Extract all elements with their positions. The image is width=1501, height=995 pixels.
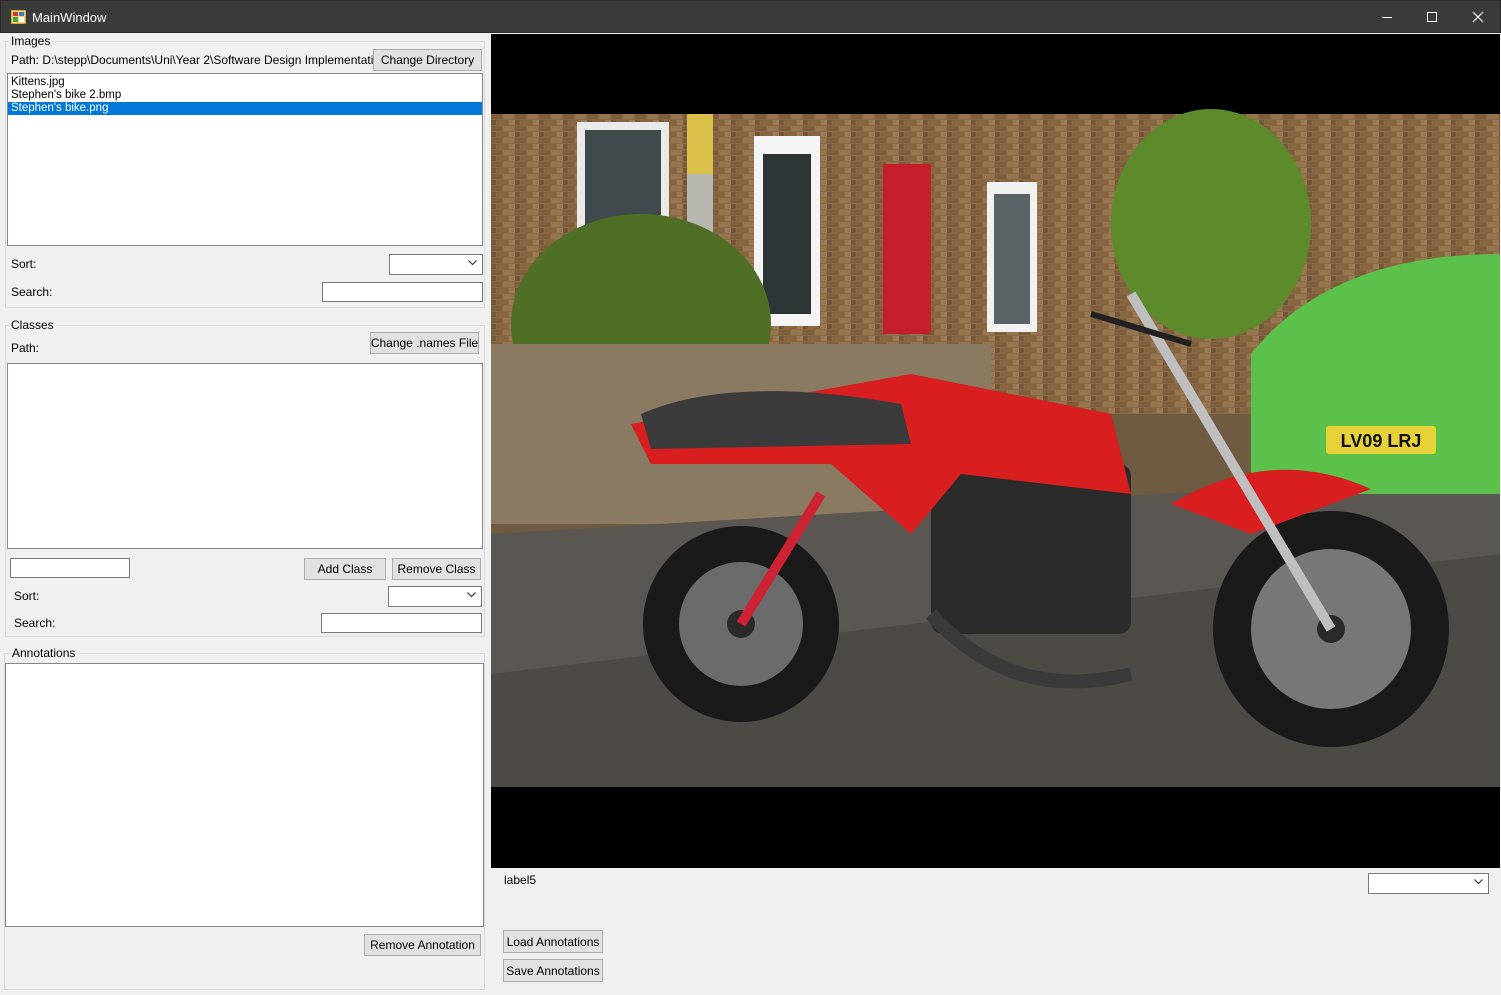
images-sort-dropdown[interactable] xyxy=(389,254,483,275)
title-bar[interactable]: MainWindow xyxy=(0,0,1501,33)
close-button[interactable] xyxy=(1455,1,1501,33)
load-annotations-button[interactable]: Load Annotations xyxy=(503,930,603,953)
motorbike-photo: LV09 LRJ xyxy=(491,109,1500,787)
classes-search-label: Search: xyxy=(14,616,56,630)
classes-sort-dropdown[interactable] xyxy=(388,586,482,607)
remove-class-button[interactable]: Remove Class xyxy=(392,558,481,580)
minimize-icon xyxy=(1382,17,1392,18)
images-list[interactable]: Kittens.jpg Stephen's bike 2.bmp Stephen… xyxy=(7,73,483,246)
remove-annotation-button[interactable]: Remove Annotation xyxy=(364,934,481,956)
images-search-input[interactable] xyxy=(322,282,483,302)
chevron-down-icon xyxy=(467,592,476,598)
window-title: MainWindow xyxy=(32,10,107,25)
chevron-down-icon xyxy=(1474,879,1483,885)
images-sort-label: Sort: xyxy=(11,257,37,271)
number-plate: LV09 LRJ xyxy=(1341,431,1422,451)
close-icon xyxy=(1472,11,1484,23)
save-annotations-button[interactable]: Save Annotations xyxy=(503,959,603,982)
app-icon xyxy=(11,10,26,24)
classes-path-label: Path: xyxy=(11,341,40,355)
images-group-legend: Images xyxy=(9,34,53,48)
annotations-list[interactable] xyxy=(5,663,484,927)
image-canvas[interactable]: LV09 LRJ xyxy=(491,34,1500,868)
images-search-label: Search: xyxy=(11,285,53,299)
change-names-file-button[interactable]: Change .names File xyxy=(370,332,479,354)
maximize-icon xyxy=(1427,12,1437,22)
classes-sort-label: Sort: xyxy=(14,589,40,603)
annotations-group-legend: Annotations xyxy=(10,646,78,660)
list-item-selected[interactable]: Stephen's bike.png xyxy=(8,102,482,115)
image-options-dropdown[interactable] xyxy=(1368,873,1489,894)
classes-group-legend: Classes xyxy=(9,318,56,332)
list-item[interactable]: Kittens.jpg xyxy=(8,76,482,89)
maximize-button[interactable] xyxy=(1409,1,1455,33)
chevron-down-icon xyxy=(468,260,477,266)
status-label: label5 xyxy=(504,873,537,887)
add-class-button[interactable]: Add Class xyxy=(304,558,386,580)
change-directory-button[interactable]: Change Directory xyxy=(373,49,482,71)
new-class-input[interactable] xyxy=(10,558,130,578)
list-item[interactable]: Stephen's bike 2.bmp xyxy=(8,89,482,102)
classes-list[interactable] xyxy=(7,363,483,549)
classes-search-input[interactable] xyxy=(321,613,482,633)
minimize-button[interactable] xyxy=(1364,1,1410,33)
images-path-text: Path: D:\stepp\Documents\Uni\Year 2\Soft… xyxy=(11,53,373,67)
